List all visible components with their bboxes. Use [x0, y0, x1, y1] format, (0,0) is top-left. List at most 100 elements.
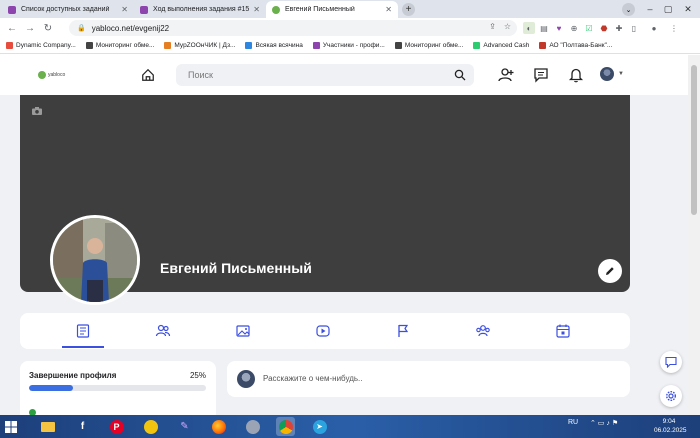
- flag-icon[interactable]: [395, 323, 411, 339]
- groups-icon[interactable]: [475, 323, 491, 339]
- completion-progress-fill: [29, 385, 74, 391]
- extension-icon[interactable]: ⊕: [568, 22, 580, 34]
- browser-toolbar: ← → ↻ 🔒 yabloco.net/evgenij22 ⇪ ☆ ◐ ▤ ♥ …: [0, 18, 700, 38]
- browser-tab-0[interactable]: Список доступных заданий ✕: [2, 1, 134, 18]
- pinterest-icon[interactable]: P: [107, 417, 126, 436]
- settings-button[interactable]: [660, 385, 682, 407]
- lock-icon: 🔒: [77, 25, 86, 32]
- file-explorer-icon[interactable]: [38, 417, 57, 436]
- page-scrollbar[interactable]: [688, 55, 700, 415]
- camera-icon[interactable]: [32, 107, 42, 115]
- browser-tab-2[interactable]: Евгений Письменный ✕: [266, 1, 398, 18]
- messages-icon[interactable]: [533, 67, 549, 83]
- close-icon[interactable]: ✕: [253, 5, 260, 14]
- profile-name: Евгений Письменный: [160, 260, 312, 276]
- add-friend-icon[interactable]: [498, 67, 514, 83]
- puzzle-icon[interactable]: ✚: [613, 22, 625, 34]
- notification-bell-icon[interactable]: [568, 67, 584, 83]
- keyboard-language[interactable]: RU: [568, 419, 578, 426]
- bookmark-item[interactable]: Мониторинг обме...: [394, 42, 463, 49]
- app-icon[interactable]: [141, 417, 160, 436]
- clock-time: 9:04: [662, 418, 676, 425]
- firefox-icon[interactable]: [209, 417, 228, 436]
- home-icon[interactable]: [141, 68, 155, 82]
- pencil-icon: [606, 267, 614, 275]
- post-author-avatar: [237, 370, 255, 388]
- bookmark-star-icon[interactable]: ☆: [504, 22, 511, 31]
- forward-icon[interactable]: →: [23, 21, 37, 35]
- facebook-icon[interactable]: f: [73, 417, 92, 436]
- site-header: yabloco ▼: [0, 55, 688, 95]
- extension-icon[interactable]: ▤: [538, 22, 550, 34]
- feather-app-icon[interactable]: ✎: [175, 417, 194, 436]
- heart-icon: [8, 5, 16, 14]
- sidepanel-icon[interactable]: ▯: [628, 22, 640, 34]
- feed-icon[interactable]: [75, 323, 91, 339]
- photos-icon[interactable]: [235, 323, 251, 339]
- completion-percent: 25%: [189, 371, 206, 380]
- heart-icon: [312, 42, 320, 49]
- close-icon[interactable]: ✕: [385, 5, 392, 14]
- url-text: yabloco.net/evgenij22: [91, 23, 170, 33]
- chrome-icon[interactable]: [276, 417, 295, 436]
- logo-text: yabloco: [48, 72, 66, 78]
- vk-icon: [245, 42, 253, 49]
- app-icon[interactable]: [243, 417, 262, 436]
- bookmark-favicon-icon: [85, 42, 93, 49]
- edit-profile-button[interactable]: [598, 259, 622, 283]
- bookmark-item[interactable]: МурZOOнЧИК | Дз...: [164, 42, 235, 49]
- search-icon[interactable]: [454, 69, 466, 81]
- search-bar[interactable]: [176, 64, 474, 86]
- windows-taskbar: f P ✎ ➤ RU ⌃ ▭ ♪ ⚑ 9:04 06.02.2025: [0, 415, 700, 438]
- windows-start-icon[interactable]: [2, 418, 20, 435]
- clock-date: 06.02.2025: [654, 427, 687, 434]
- close-icon[interactable]: ✕: [121, 5, 128, 14]
- extension-icon[interactable]: ♥: [553, 22, 565, 34]
- apple-icon: [272, 5, 280, 14]
- bookmark-item[interactable]: АО "Полтава-Банк"...: [539, 42, 612, 49]
- post-input-prompt[interactable]: Расскажите о чем-нибудь..: [263, 374, 362, 383]
- back-icon[interactable]: ←: [5, 21, 19, 35]
- system-clock[interactable]: 9:04 06.02.2025: [654, 417, 687, 435]
- bookmark-favicon-icon: [6, 42, 13, 49]
- tab-label: Ход выполнения задания #155: [153, 6, 250, 13]
- chevron-down-icon[interactable]: ▼: [618, 71, 624, 77]
- video-icon[interactable]: [315, 323, 331, 339]
- search-input[interactable]: [188, 70, 448, 80]
- extension-icon[interactable]: ⬣: [598, 22, 610, 34]
- reload-icon[interactable]: ↻: [41, 21, 55, 35]
- close-window-icon[interactable]: ✕: [676, 0, 700, 18]
- profile-cover: Евгений Письменный: [20, 95, 630, 305]
- bookmark-favicon-icon: [473, 42, 481, 49]
- bookmark-item[interactable]: Dynamic Company...: [6, 42, 76, 49]
- bookmark-item[interactable]: Всякая всячина: [245, 42, 303, 49]
- profile-photo[interactable]: [50, 215, 140, 305]
- scrollbar-thumb[interactable]: [691, 65, 697, 215]
- new-tab-button[interactable]: +: [402, 3, 415, 16]
- tab-label: Евгений Письменный: [285, 6, 355, 13]
- bookmark-favicon-icon: [539, 42, 547, 49]
- profile-photo-image: [53, 218, 137, 302]
- chat-button[interactable]: [660, 351, 682, 373]
- telegram-icon[interactable]: ➤: [310, 417, 329, 436]
- active-tab-indicator: [62, 346, 104, 348]
- profile-tabs: [20, 313, 630, 349]
- profile-icon[interactable]: ●: [648, 22, 660, 34]
- address-bar[interactable]: 🔒 yabloco.net/evgenij22 ⇪ ☆: [69, 20, 517, 36]
- tab-search-icon[interactable]: ⌄: [622, 3, 635, 16]
- menu-icon[interactable]: ⋮: [668, 22, 680, 34]
- bookmark-item[interactable]: Мониторинг обме...: [85, 42, 154, 49]
- friends-icon[interactable]: [155, 323, 171, 339]
- create-post-card[interactable]: Расскажите о чем-нибудь..: [227, 361, 630, 397]
- extension-icon[interactable]: ◐: [523, 22, 535, 34]
- user-avatar[interactable]: [600, 67, 614, 81]
- bookmark-item[interactable]: Участники - профи...: [312, 42, 385, 49]
- site-logo[interactable]: yabloco: [38, 71, 65, 79]
- calendar-icon[interactable]: [555, 323, 571, 339]
- browser-tab-1[interactable]: Ход выполнения задания #155 ✕: [134, 1, 266, 18]
- bookmark-item[interactable]: Advanced Cash: [473, 42, 529, 49]
- tray-icons[interactable]: ⌃ ▭ ♪ ⚑: [590, 419, 618, 427]
- share-icon[interactable]: ⇪: [489, 22, 496, 31]
- bookmarks-bar: Dynamic Company... Мониторинг обме... Му…: [0, 38, 700, 54]
- extension-icon[interactable]: ☑: [583, 22, 595, 34]
